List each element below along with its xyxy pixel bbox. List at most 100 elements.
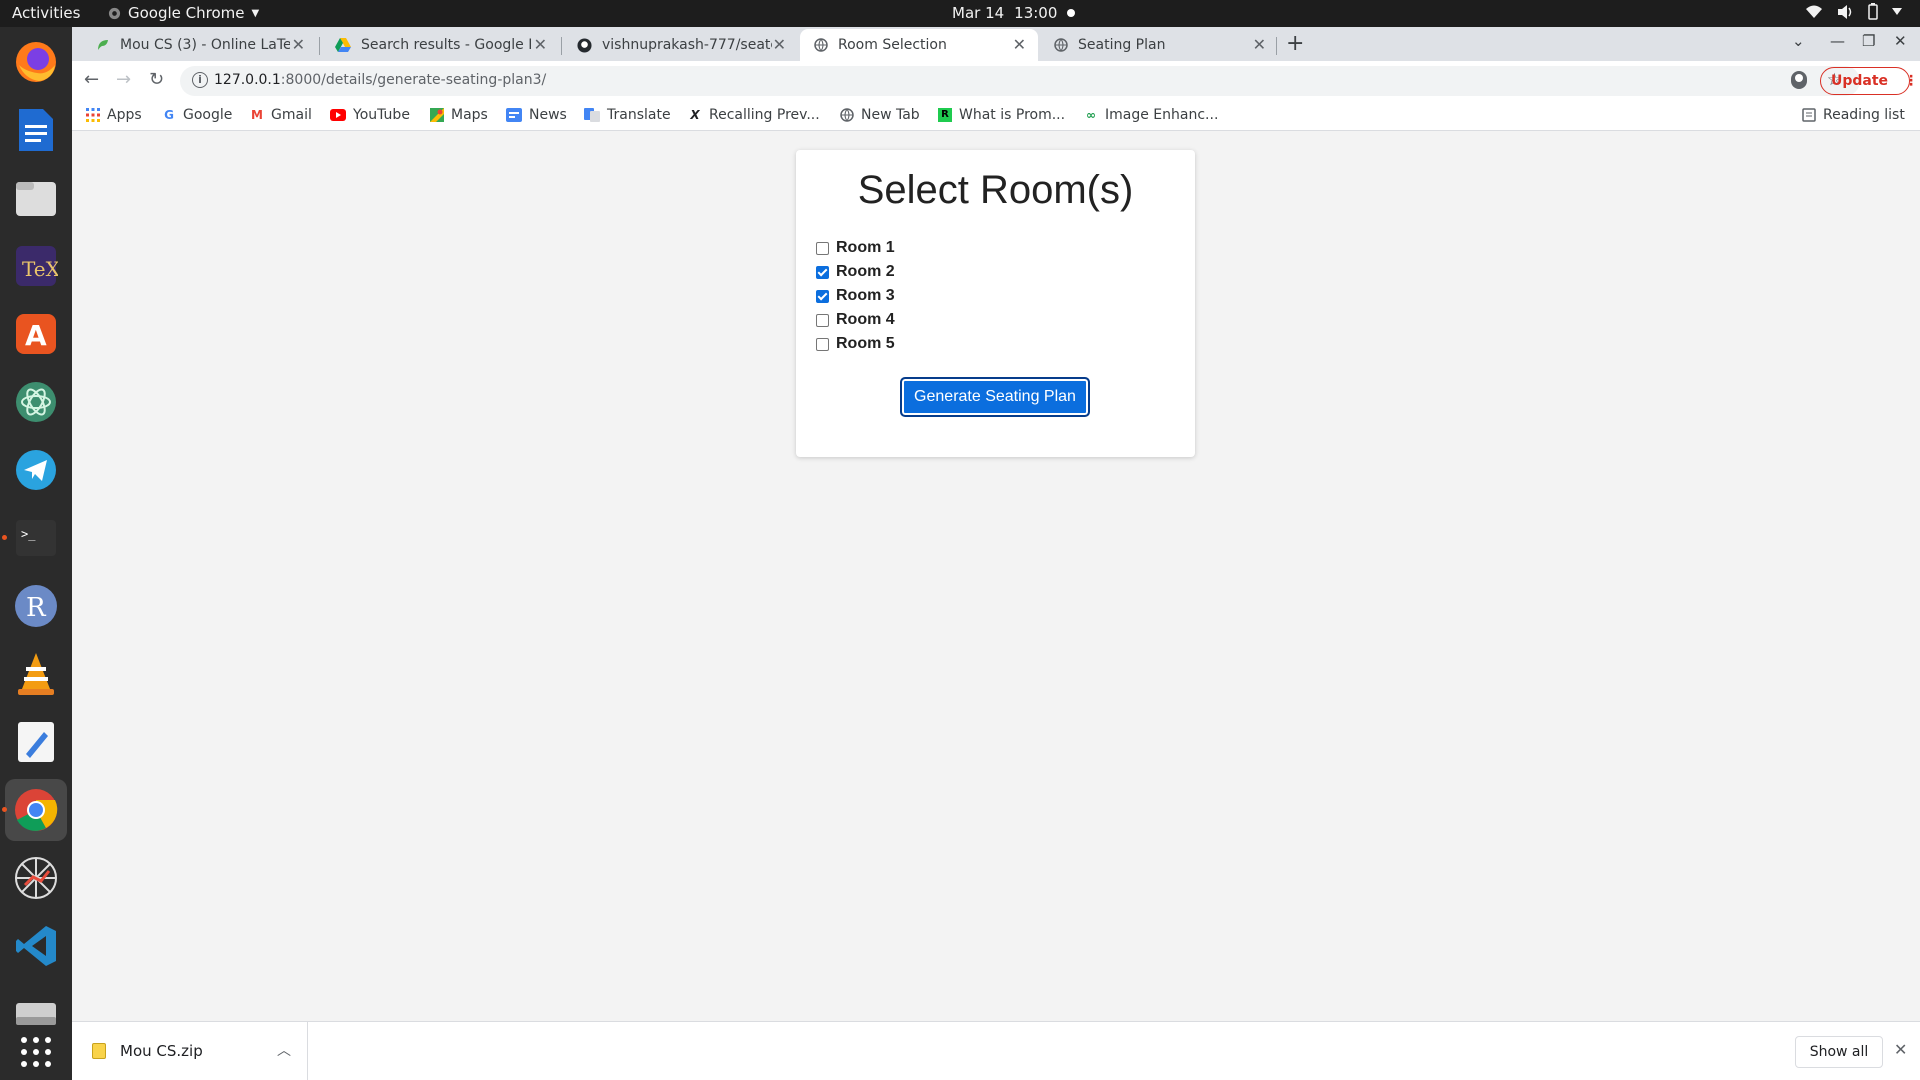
- system-tray[interactable]: [1805, 3, 1902, 20]
- vscode-icon[interactable]: [11, 921, 61, 971]
- bookmark-gmail[interactable]: M Gmail: [250, 107, 312, 123]
- room-option-1[interactable]: Room 1: [816, 239, 895, 257]
- bookmark-label: Maps: [451, 107, 488, 123]
- text-editor-icon[interactable]: [11, 717, 61, 767]
- restore-icon[interactable]: ❐: [1862, 32, 1875, 50]
- room-checkbox[interactable]: [816, 313, 829, 327]
- show-all-button[interactable]: Show all: [1795, 1036, 1883, 1068]
- close-icon[interactable]: ✕: [1013, 35, 1026, 54]
- terminal-icon[interactable]: >_: [11, 513, 61, 563]
- page-title: Select Room(s): [857, 168, 1134, 212]
- app-menu[interactable]: Google Chrome ▼: [108, 4, 259, 22]
- rk-icon: R: [938, 108, 952, 122]
- room-option-2[interactable]: Room 2: [816, 263, 895, 281]
- window-close-icon[interactable]: ✕: [1894, 32, 1907, 50]
- apps-grid-icon: [86, 108, 100, 122]
- texmaker-icon[interactable]: TeX: [11, 241, 61, 291]
- new-tab-button[interactable]: +: [1286, 31, 1304, 56]
- desktop: Activities Google Chrome ▼ Mar 14 13:00: [0, 0, 1920, 1080]
- tab-overleaf[interactable]: Mou CS (3) - Online LaTeX ✕: [82, 29, 317, 61]
- bookmark-image-enhanc[interactable]: ∞ Image Enhanc...: [1084, 107, 1218, 123]
- bookmark-google[interactable]: G Google: [162, 107, 232, 123]
- url-host: 127.0.0.1: [214, 72, 281, 88]
- close-download-bar-icon[interactable]: ✕: [1894, 1040, 1907, 1059]
- bookmark-youtube[interactable]: YouTube: [330, 107, 410, 123]
- tab-google-drive[interactable]: Search results - Google Drive ✕: [321, 29, 559, 61]
- bookmark-translate[interactable]: Translate: [584, 107, 671, 123]
- svg-text:TeX: TeX: [22, 257, 58, 281]
- atom-icon[interactable]: [11, 377, 61, 427]
- address-bar[interactable]: i 127.0.0.1:8000/details/generate-seatin…: [180, 66, 1860, 96]
- tab-room-selection[interactable]: Room Selection ✕: [800, 29, 1038, 61]
- app-center-icon[interactable]: A: [11, 309, 61, 359]
- room-checkbox[interactable]: [816, 241, 829, 255]
- writer-icon[interactable]: [11, 105, 61, 155]
- bookmark-recalling[interactable]: X Recalling Prev...: [688, 107, 820, 123]
- tab-search-icon[interactable]: ⌄: [1792, 32, 1805, 50]
- more-menu-icon: ⋮: [1904, 73, 1919, 89]
- bookmark-label: New Tab: [861, 107, 920, 123]
- room-checkbox[interactable]: [816, 337, 829, 351]
- back-icon[interactable]: ←: [84, 69, 99, 90]
- bookmark-new-tab[interactable]: New Tab: [840, 107, 920, 123]
- generate-seating-plan-button[interactable]: Generate Seating Plan: [900, 377, 1090, 417]
- tab-github[interactable]: vishnuprakash-777/seater ✕: [563, 29, 798, 61]
- room-selection-form: Select Room(s) Room 1 Room 2 Room 3 Room…: [796, 150, 1195, 457]
- room-option-5[interactable]: Room 5: [816, 335, 895, 353]
- close-icon[interactable]: ✕: [292, 35, 305, 54]
- translate-icon: [584, 108, 600, 122]
- telegram-icon[interactable]: [11, 445, 61, 495]
- svg-text:>_: >_: [21, 527, 36, 541]
- battery-icon: [1868, 3, 1878, 20]
- r-icon[interactable]: R: [11, 581, 61, 631]
- info-icon[interactable]: i: [192, 72, 208, 88]
- x-icon: X: [690, 108, 700, 122]
- update-button[interactable]: Update ⋮: [1820, 67, 1918, 95]
- chevron-up-icon[interactable]: ︿: [277, 1040, 291, 1060]
- files-icon[interactable]: [11, 173, 61, 223]
- forward-icon[interactable]: →: [116, 69, 131, 90]
- bookmark-apps[interactable]: Apps: [86, 107, 142, 123]
- close-icon[interactable]: ✕: [534, 35, 547, 54]
- room-option-3[interactable]: Room 3: [816, 287, 895, 305]
- tab-label: Search results - Google Drive: [361, 37, 531, 53]
- bookmark-label: Google: [183, 107, 233, 123]
- link-icon: ∞: [1086, 108, 1096, 122]
- close-icon[interactable]: ✕: [1253, 35, 1266, 54]
- reload-icon[interactable]: ↻: [149, 69, 164, 90]
- tab-label: Mou CS (3) - Online LaTeX: [120, 37, 290, 53]
- browser-toolbar: ← → ↻ i 127.0.0.1:8000/details/generate-…: [72, 61, 1920, 101]
- bookmark-what-is-prom[interactable]: R What is Prom...: [938, 107, 1065, 123]
- bookmarks-bar: Apps G Google M Gmail YouTube Maps News: [72, 101, 1920, 131]
- show-apps-icon[interactable]: [11, 1027, 61, 1077]
- gmail-icon: M: [251, 108, 263, 122]
- reading-list[interactable]: Reading list: [1802, 107, 1905, 123]
- vlc-icon[interactable]: [11, 649, 61, 699]
- bookmark-label: What is Prom...: [959, 107, 1066, 123]
- minimize-icon[interactable]: —: [1830, 32, 1845, 50]
- firefox-icon[interactable]: [11, 37, 61, 87]
- close-icon[interactable]: ✕: [773, 35, 786, 54]
- bookmark-label: Recalling Prev...: [709, 107, 820, 123]
- youtube-icon: [330, 109, 346, 121]
- clock[interactable]: Mar 14 13:00: [952, 4, 1076, 22]
- bookmark-news[interactable]: News: [506, 107, 567, 123]
- power-caret-icon: [1892, 7, 1902, 15]
- url-text[interactable]: 127.0.0.1:8000/details/generate-seating-…: [214, 72, 546, 88]
- activities-button[interactable]: Activities: [12, 4, 80, 22]
- room-option-4[interactable]: Room 4: [816, 311, 895, 329]
- download-item[interactable]: Mou CS.zip ︿: [72, 1022, 308, 1080]
- extension-icon[interactable]: [1790, 69, 1808, 95]
- chrome-icon[interactable]: [5, 779, 67, 841]
- spider-app-icon[interactable]: [11, 853, 61, 903]
- download-file-name: Mou CS.zip: [120, 1042, 203, 1060]
- drive-icon: [335, 38, 351, 52]
- room-checkbox[interactable]: [816, 265, 829, 279]
- system-top-bar: Activities Google Chrome ▼ Mar 14 13:00: [0, 0, 1920, 27]
- bookmark-maps[interactable]: Maps: [430, 107, 488, 123]
- svg-text:R: R: [26, 593, 47, 623]
- tab-label: Seating Plan: [1078, 37, 1166, 53]
- room-label: Room 5: [836, 335, 895, 352]
- room-checkbox[interactable]: [816, 289, 829, 303]
- tab-seating-plan[interactable]: Seating Plan ✕: [1040, 29, 1278, 61]
